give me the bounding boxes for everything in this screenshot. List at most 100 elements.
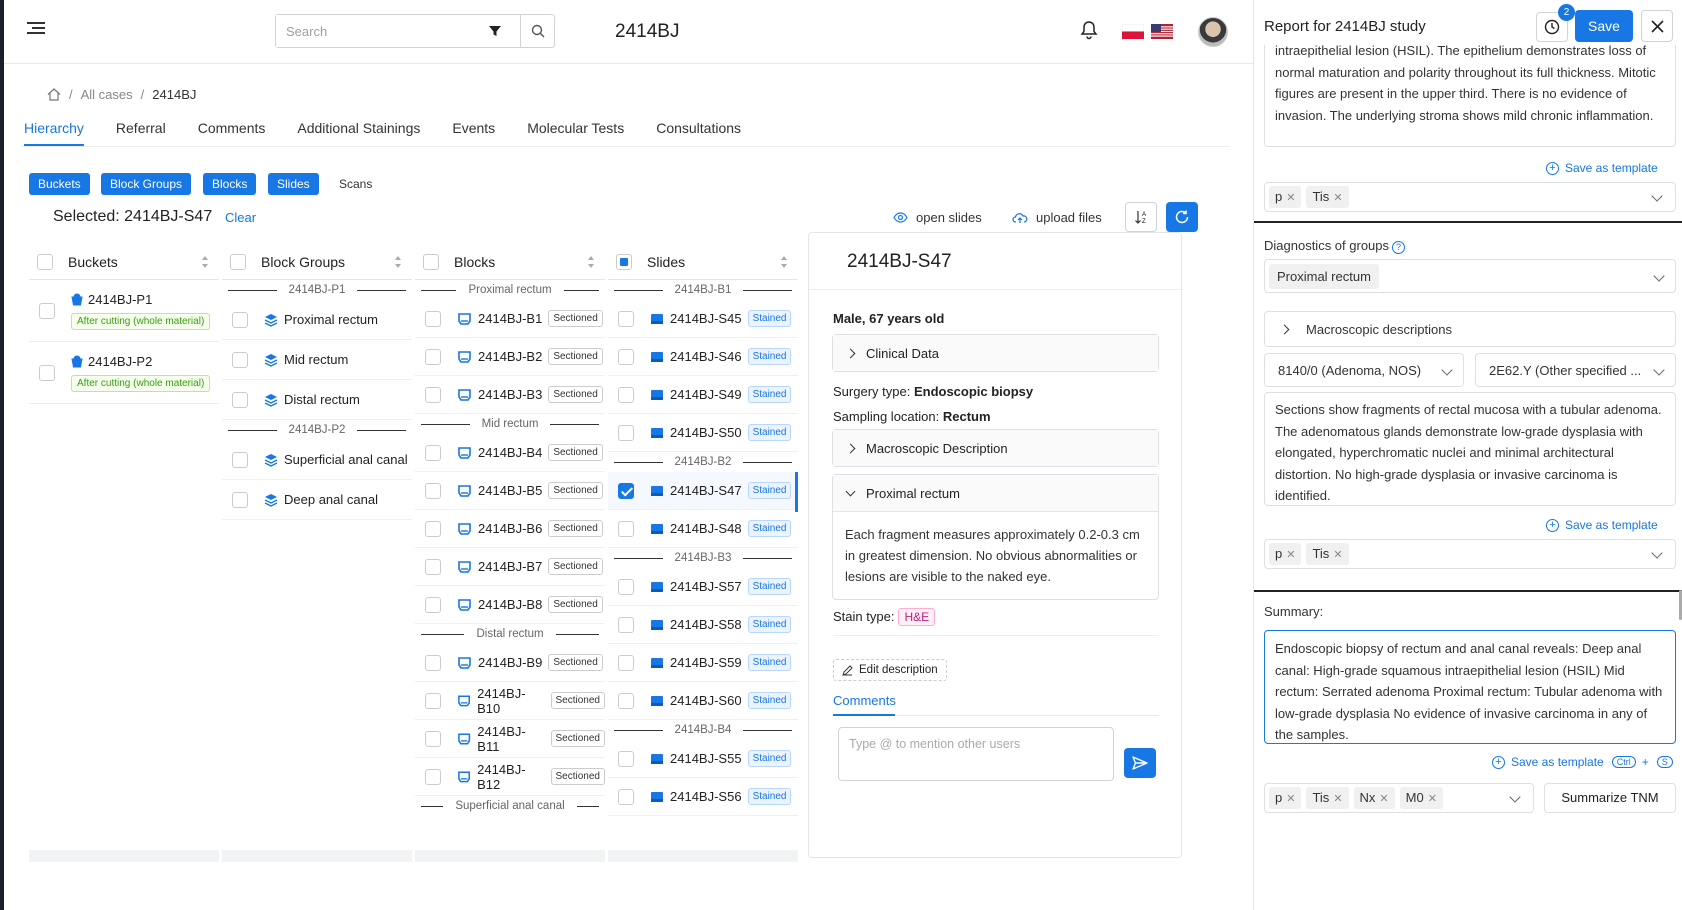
home-icon[interactable] [47,88,61,101]
block-item[interactable]: 2414BJ-B3 Sectioned [415,376,605,414]
block-checkbox[interactable] [425,310,441,327]
history-button[interactable]: 2 [1536,4,1575,42]
tab-consultations[interactable]: Consultations [656,120,741,146]
slide-item[interactable]: 2414BJ-S57 Stained [608,568,798,606]
slide-checkbox[interactable] [618,750,634,767]
search-input[interactable] [276,15,486,47]
level-buckets-toggle[interactable]: Buckets [29,173,90,195]
block-group-item[interactable]: Proximal rectum [222,300,412,340]
summary-text-area[interactable]: Endoscopic biopsy of rectum and anal can… [1264,630,1676,744]
tab-additional-stainings[interactable]: Additional Stainings [297,120,420,146]
block-item[interactable]: 2414BJ-B4 Sectioned [415,434,605,472]
remove-tag-icon[interactable]: ✕ [1333,192,1342,204]
block-checkbox[interactable] [425,558,441,575]
block-item[interactable]: 2414BJ-B6 Sectioned [415,510,605,548]
slide-checkbox[interactable] [618,386,634,403]
level-slides-toggle[interactable]: Slides [268,173,319,195]
remove-tag-icon[interactable]: ✕ [1286,549,1295,561]
tnm-tag[interactable]: Nx ✕ [1353,787,1395,809]
slide-checkbox[interactable] [618,654,634,671]
slide-item[interactable]: 2414BJ-S45 Stained [608,300,798,338]
tnm-tag[interactable]: p ✕ [1269,787,1302,809]
block-item[interactable]: 2414BJ-B7 Sectioned [415,548,605,586]
close-report-button[interactable] [1641,10,1673,42]
sort-order-button[interactable]: AZ [1125,202,1157,232]
buckets-select-all-checkbox[interactable] [37,253,53,270]
block-checkbox[interactable] [425,520,441,537]
send-comment-button[interactable] [1124,748,1156,778]
sort-arrows-icon[interactable] [780,255,788,269]
slide-checkbox[interactable] [618,520,634,537]
remove-tag-icon[interactable]: ✕ [1333,549,1342,561]
slide-item[interactable]: 2414BJ-S47 Stained [608,472,798,512]
block-item[interactable]: 2414BJ-B5 Sectioned [415,472,605,510]
block-group-item[interactable]: Mid rectum [222,340,412,380]
slide-checkbox[interactable] [618,424,634,441]
tnm-tags-select[interactable]: p ✕ Tis ✕ [1264,182,1676,212]
tnm-tag[interactable]: Tis ✕ [1306,543,1349,565]
level-blocks-toggle[interactable]: Blocks [203,173,257,195]
block-checkbox[interactable] [425,730,441,747]
tab-referral[interactable]: Referral [116,120,166,146]
us-flag-icon[interactable] [1151,24,1173,39]
slide-checkbox[interactable] [618,692,634,709]
bucket-item[interactable]: 2414BJ-P2 After cutting (whole material) [29,342,219,404]
bucket-checkbox[interactable] [39,302,55,319]
tnm-summary-tags-select[interactable]: p ✕ Tis ✕ Nx ✕ M0 ✕ [1264,783,1534,813]
slides-select-all-checkbox[interactable] [616,253,632,270]
block-groups-select-all-checkbox[interactable] [230,253,246,270]
diagnosis-text-area[interactable]: intraepithelial lesion (HSIL). The epith… [1264,45,1676,147]
block-item[interactable]: 2414BJ-B9 Sectioned [415,644,605,682]
block-checkbox[interactable] [425,596,441,613]
block-item[interactable]: 2414BJ-B2 Sectioned [415,338,605,376]
slide-checkbox[interactable] [618,616,634,633]
remove-tag-icon[interactable]: ✕ [1379,793,1388,805]
bell-icon[interactable] [1080,20,1098,40]
sort-arrows-icon[interactable] [394,255,402,269]
slide-item[interactable]: 2414BJ-S59 Stained [608,644,798,682]
bucket-checkbox[interactable] [39,364,55,381]
tnm-tag[interactable]: p ✕ [1269,543,1302,565]
level-block-groups-toggle[interactable]: Block Groups [101,173,192,195]
block-group-checkbox[interactable] [232,311,248,328]
remove-tag-icon[interactable]: ✕ [1428,793,1437,805]
search-button[interactable] [520,15,554,47]
remove-tag-icon[interactable]: ✕ [1286,192,1295,204]
block-checkbox[interactable] [425,348,441,365]
group-diagnosis-text-area[interactable]: Sections show fragments of rectal mucosa… [1264,392,1676,506]
level-scans-toggle[interactable]: Scans [330,173,381,195]
filter-funnel-icon[interactable] [488,24,502,38]
save-report-button[interactable]: Save [1575,10,1633,42]
tab-molecular-tests[interactable]: Molecular Tests [527,120,624,146]
user-avatar[interactable] [1198,17,1228,47]
summarize-tnm-button[interactable]: Summarize TNM [1544,783,1676,813]
blocks-select-all-checkbox[interactable] [423,253,439,270]
bucket-item[interactable]: 2414BJ-P1 After cutting (whole material) [29,280,219,342]
tnm-tags-select[interactable]: p ✕ Tis ✕ [1264,539,1676,569]
tab-comments[interactable]: Comments [198,120,266,146]
clear-selection-link[interactable]: Clear [225,210,256,225]
block-item[interactable]: 2414BJ-B8 Sectioned [415,586,605,624]
refresh-button[interactable] [1166,202,1198,232]
slide-item[interactable]: 2414BJ-S50 Stained [608,414,798,452]
block-item[interactable]: 2414BJ-B1 Sectioned [415,300,605,338]
slide-checkbox[interactable] [618,578,634,595]
slide-item[interactable]: 2414BJ-S58 Stained [608,606,798,644]
slide-item[interactable]: 2414BJ-S46 Stained [608,338,798,376]
block-group-checkbox[interactable] [232,451,248,468]
block-group-checkbox[interactable] [232,391,248,408]
breadcrumb-all-cases[interactable]: All cases [81,87,133,102]
macroscopic-descriptions-collapse[interactable]: Macroscopic descriptions [1264,311,1676,347]
comments-tab[interactable]: Comments [833,693,896,708]
remove-tag-icon[interactable]: ✕ [1286,793,1295,805]
block-checkbox[interactable] [425,768,441,785]
tnm-tag[interactable]: M0 ✕ [1399,787,1443,809]
group-select[interactable]: Proximal rectum [1264,259,1676,293]
slide-item[interactable]: 2414BJ-S48 Stained [608,510,798,548]
block-group-item[interactable]: Deep anal canal [222,480,412,520]
tnm-tag[interactable]: Tis ✕ [1306,186,1349,208]
slide-item[interactable]: 2414BJ-S60 Stained [608,682,798,720]
tnm-tag[interactable]: Tis ✕ [1306,787,1349,809]
comment-input[interactable]: Type @ to mention other users [838,727,1114,781]
slide-checkbox[interactable] [618,348,634,365]
